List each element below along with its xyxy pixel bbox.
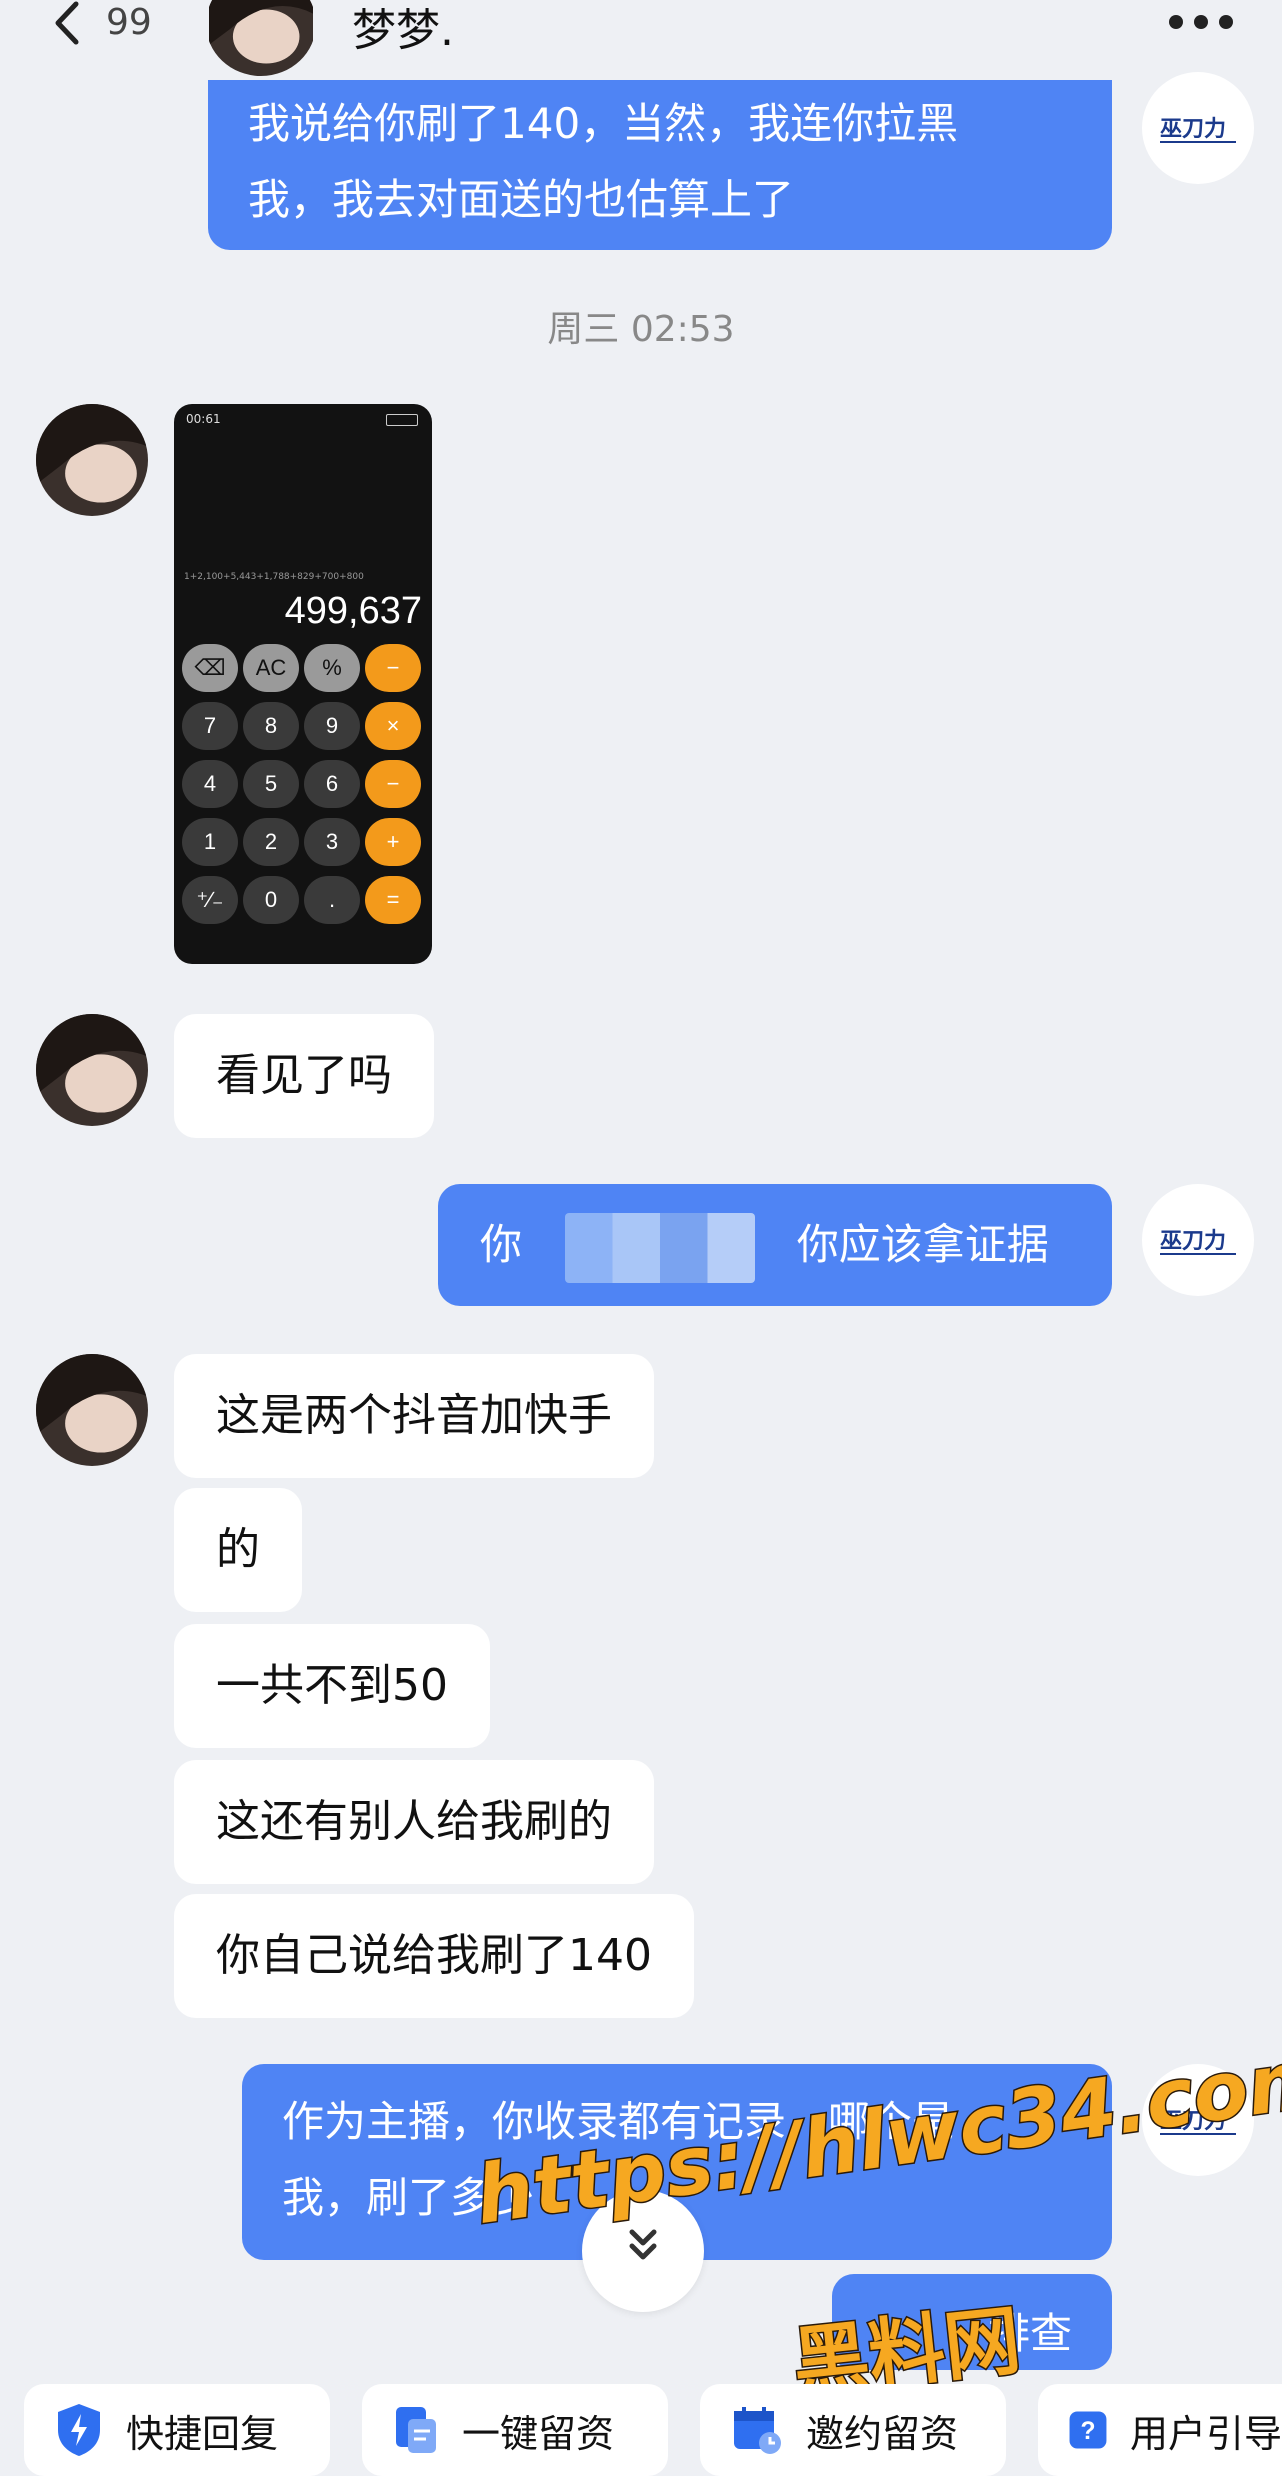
chat-header: 99 梦梦.	[0, 0, 1282, 76]
calc-status-time: 00:61	[186, 412, 221, 426]
calc-key: −	[365, 760, 421, 808]
calc-key: 7	[182, 702, 238, 750]
calc-battery-icon	[386, 414, 418, 426]
calc-key: +	[365, 818, 421, 866]
back-chevron-icon[interactable]	[48, 0, 88, 46]
calculator-screenshot-image[interactable]: 00:61 1+2,100+5,443+1,788+829+700+800 49…	[174, 404, 432, 964]
calc-key: 4	[182, 760, 238, 808]
form-icon	[396, 2407, 436, 2453]
message-text: 你	[480, 1220, 523, 1269]
help-icon: ?	[1069, 2411, 1107, 2449]
contact-avatar[interactable]	[206, 0, 316, 76]
their-message-bubble[interactable]: 这还有别人给我刷的	[174, 1760, 654, 1884]
calc-key: 1	[182, 818, 238, 866]
unread-count[interactable]: 99	[106, 2, 152, 43]
contact-avatar[interactable]	[36, 404, 148, 516]
calc-key: ⌫	[182, 644, 238, 692]
their-message-bubble[interactable]: 的	[174, 1488, 302, 1612]
quick-bar-label: 快捷回复	[126, 2411, 279, 2456]
calc-result: 499,637	[284, 590, 422, 632]
message-timestamp: 周三 02:53	[547, 309, 735, 350]
calendar-icon	[734, 2407, 781, 2454]
more-options-icon[interactable]	[1168, 10, 1234, 38]
lightning-shield-icon	[58, 2404, 100, 2456]
quick-bar-label: 邀约留资	[806, 2411, 959, 2456]
svg-text:?: ?	[1080, 2418, 1095, 2445]
user-guide-button[interactable]: ? 用户引导	[1038, 2384, 1282, 2476]
quick-bar-label: 一键留资	[462, 2411, 615, 2456]
contact-name: 梦梦.	[352, 5, 454, 56]
pixelated-redaction	[565, 1212, 756, 1283]
contact-avatar[interactable]	[36, 1354, 148, 1466]
calc-key: 2	[243, 818, 299, 866]
their-message-bubble[interactable]: 这是两个抖音加快手	[174, 1354, 654, 1478]
their-message-bubble[interactable]: 看见了吗	[174, 1014, 434, 1138]
calc-key: 8	[243, 702, 299, 750]
calc-keypad: ⌫ AC% −7 8 9 × 4 5 6−1 2 3 + ⁺∕₋ 0. =	[174, 644, 432, 944]
their-message-bubble[interactable]: 你自己说给我刷了140	[174, 1894, 694, 2018]
calc-key: AC	[243, 644, 299, 692]
logo-text: 巫刀力	[1160, 1228, 1226, 1253]
calc-key: 9	[304, 702, 360, 750]
message-text: 你应该拿证据	[796, 1220, 1049, 1269]
logo-text: 巫刀力	[1160, 116, 1226, 141]
quick-bar-label: 用户引导	[1129, 2411, 1282, 2456]
my-avatar-logo[interactable]: 巫刀力	[1142, 72, 1254, 184]
calc-key: 6	[304, 760, 360, 808]
one-click-lead-button[interactable]: 一键留资	[362, 2384, 668, 2476]
calc-key: 5	[243, 760, 299, 808]
calc-key: %	[304, 644, 360, 692]
invite-lead-button[interactable]: 邀约留资	[700, 2384, 1006, 2476]
contact-avatar[interactable]	[36, 1014, 148, 1126]
my-avatar-logo[interactable]: 巫刀力	[1142, 1184, 1254, 1296]
calc-key: .	[304, 876, 360, 924]
calc-key: ⁺∕₋	[182, 876, 238, 924]
quick-reply-button[interactable]: 快捷回复	[24, 2384, 330, 2476]
their-message-bubble[interactable]: 一共不到50	[174, 1624, 490, 1748]
calc-key: −	[365, 644, 421, 692]
calc-key: =	[365, 876, 421, 924]
my-message-bubble[interactable]: 你 你应该拿证据	[438, 1184, 1112, 1306]
calc-expression: 1+2,100+5,443+1,788+829+700+800	[184, 572, 364, 582]
my-message-bubble[interactable]: 我说给你刷了140，当然，我连你拉黑 我，我去对面送的也估算上了	[208, 80, 1112, 250]
calc-key: 0	[243, 876, 299, 924]
calc-key: 3	[304, 818, 360, 866]
calc-key: ×	[365, 702, 421, 750]
